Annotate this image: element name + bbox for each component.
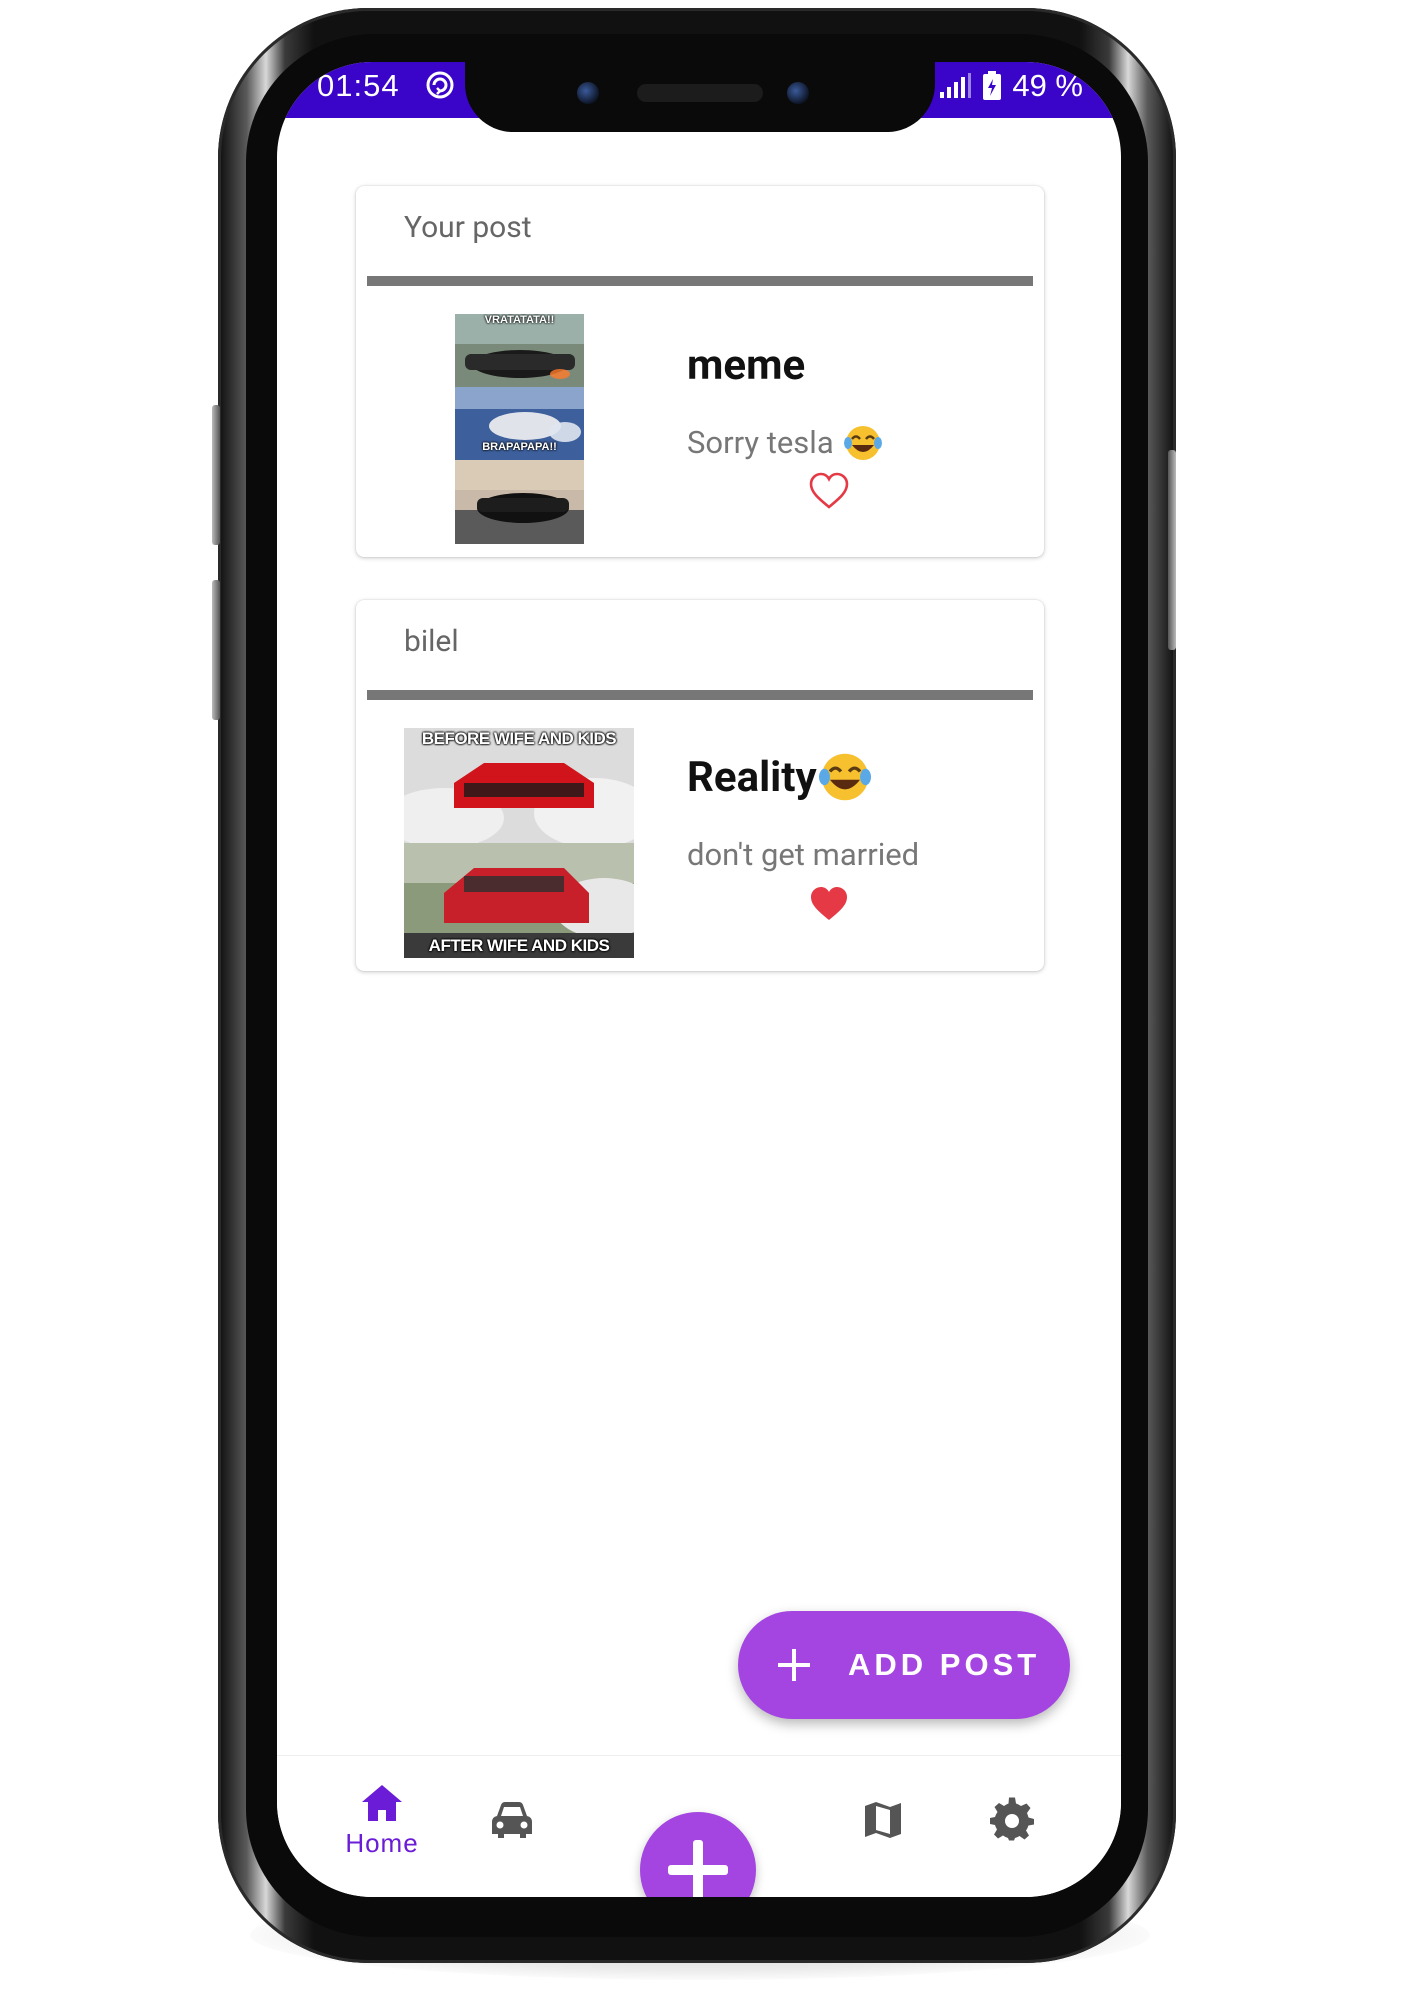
like-heart-filled-icon[interactable] — [808, 885, 850, 923]
add-post-button[interactable]: ADD POST — [738, 1611, 1070, 1719]
plus-icon — [774, 1645, 814, 1685]
image-caption-bottom: AFTER WIFE AND KIDS — [428, 936, 610, 955]
nav-item-home[interactable]: Home — [327, 1782, 437, 1859]
car-icon — [492, 1802, 532, 1838]
post-description-text: don't get married — [687, 836, 920, 873]
like-heart-outline-icon[interactable] — [808, 472, 850, 510]
home-icon — [362, 1785, 402, 1821]
post-description-text: Sorry tesla — [687, 424, 834, 461]
status-time: 01:54 — [317, 68, 400, 103]
post-title: meme — [687, 341, 805, 390]
battery-icon — [983, 71, 1002, 100]
post-image[interactable]: BEFORE WIFE AND KIDS AFTER WIFE AND KIDS — [404, 728, 634, 958]
post-title-text: meme — [687, 341, 806, 390]
post-description: Sorry tesla — [687, 424, 882, 461]
settings-icon — [990, 1797, 1034, 1841]
sync-icon — [426, 71, 454, 99]
power-button — [1168, 450, 1176, 650]
nav-item-map[interactable] — [828, 1798, 938, 1842]
phone-screen: 01:54 49 % Your post VRATATATA!! BRAPAPA… — [277, 62, 1121, 1897]
battery-percent: 49 % — [1012, 68, 1083, 103]
meme-image-reality — [404, 728, 634, 958]
meme-image-tesla — [455, 314, 584, 544]
post-card[interactable]: Your post VRATATATA!! BRAPAPAPA!! meme S… — [356, 186, 1044, 557]
signal-icon — [940, 73, 972, 98]
notch — [465, 62, 935, 132]
post-title-text: Reality — [687, 752, 817, 802]
post-author: bilel — [404, 624, 459, 659]
map-icon — [865, 1802, 901, 1838]
nav-item-settings[interactable] — [957, 1796, 1067, 1842]
image-caption-top: BEFORE WIFE AND KIDS — [421, 729, 617, 748]
post-divider — [367, 690, 1033, 700]
post-title: Reality — [687, 752, 871, 802]
laughing-emoji-icon — [818, 753, 871, 801]
post-image[interactable]: VRATATATA!! BRAPAPAPA!! — [455, 314, 584, 544]
nav-label-home: Home — [345, 1828, 419, 1858]
image-caption-middle: BRAPAPAPA!! — [482, 441, 557, 453]
post-card[interactable]: bilel BEFORE WIFE AND KIDS AFTER WIFE AN… — [356, 600, 1044, 971]
sensor-icon — [787, 82, 809, 104]
post-description: don't get married — [687, 836, 919, 873]
image-caption-top: VRATATATA!! — [484, 314, 555, 326]
laughing-emoji-icon — [843, 425, 882, 460]
front-camera-icon — [577, 82, 599, 104]
status-indicators: 49 % — [938, 68, 1083, 104]
post-divider — [367, 276, 1033, 286]
volume-up-button — [212, 405, 220, 545]
earpiece-speaker — [637, 84, 763, 102]
post-author: Your post — [404, 210, 532, 245]
volume-down-button — [212, 580, 220, 720]
nav-item-cars[interactable] — [457, 1800, 567, 1840]
add-post-label: ADD POST — [848, 1647, 1041, 1682]
